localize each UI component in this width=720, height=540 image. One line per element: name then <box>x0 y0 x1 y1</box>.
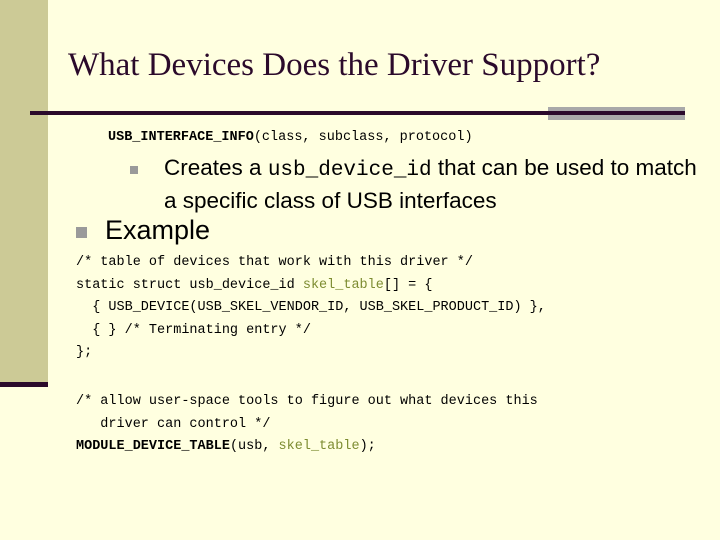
macro-name: USB_INTERFACE_INFO <box>108 130 254 145</box>
sub-bullet-text-before: Creates a <box>164 155 268 180</box>
code-line: /* table of devices that work with this … <box>76 255 473 270</box>
code-line-part: (usb, <box>229 439 279 454</box>
main-bullet-label: Example <box>105 215 211 245</box>
code-line: driver can control */ <box>76 416 271 432</box>
square-bullet-icon <box>130 166 138 174</box>
square-bullet-icon <box>76 227 87 238</box>
code-line: /* allow user-space tools to figure out … <box>76 394 538 409</box>
code-line: }; <box>76 345 93 360</box>
code-block-device-table: /* table of devices that work with this … <box>76 252 546 365</box>
slide: What Devices Does the Driver Support? US… <box>0 0 720 540</box>
sub-bullet-text: Creates a usb_device_id that can be used… <box>164 153 704 216</box>
macro-args: (class, subclass, protocol) <box>253 130 473 145</box>
code-line-part: static struct usb_device_id <box>76 277 303 293</box>
code-token-skel-table: skel_table <box>278 439 360 454</box>
code-token-skel-table: skel_table <box>302 277 384 293</box>
sub-bullet-code-token: usb_device_id <box>267 159 432 182</box>
macro-signature-line: USB_INTERFACE_INFO(class, subclass, prot… <box>108 129 473 146</box>
code-line-part: ); <box>359 439 376 454</box>
code-block-module-device-table: /* allow user-space tools to figure out … <box>76 391 538 459</box>
code-line: { } /* Terminating entry */ <box>76 322 311 338</box>
code-line: { USB_DEVICE(USB_SKEL_VENDOR_ID, USB_SKE… <box>76 300 546 315</box>
code-token-module-device-table: MODULE_DEVICE_TABLE <box>76 439 230 454</box>
code-line-part: [] = { <box>383 277 433 293</box>
slide-body: USB_INTERFACE_INFO(class, subclass, prot… <box>0 0 720 540</box>
